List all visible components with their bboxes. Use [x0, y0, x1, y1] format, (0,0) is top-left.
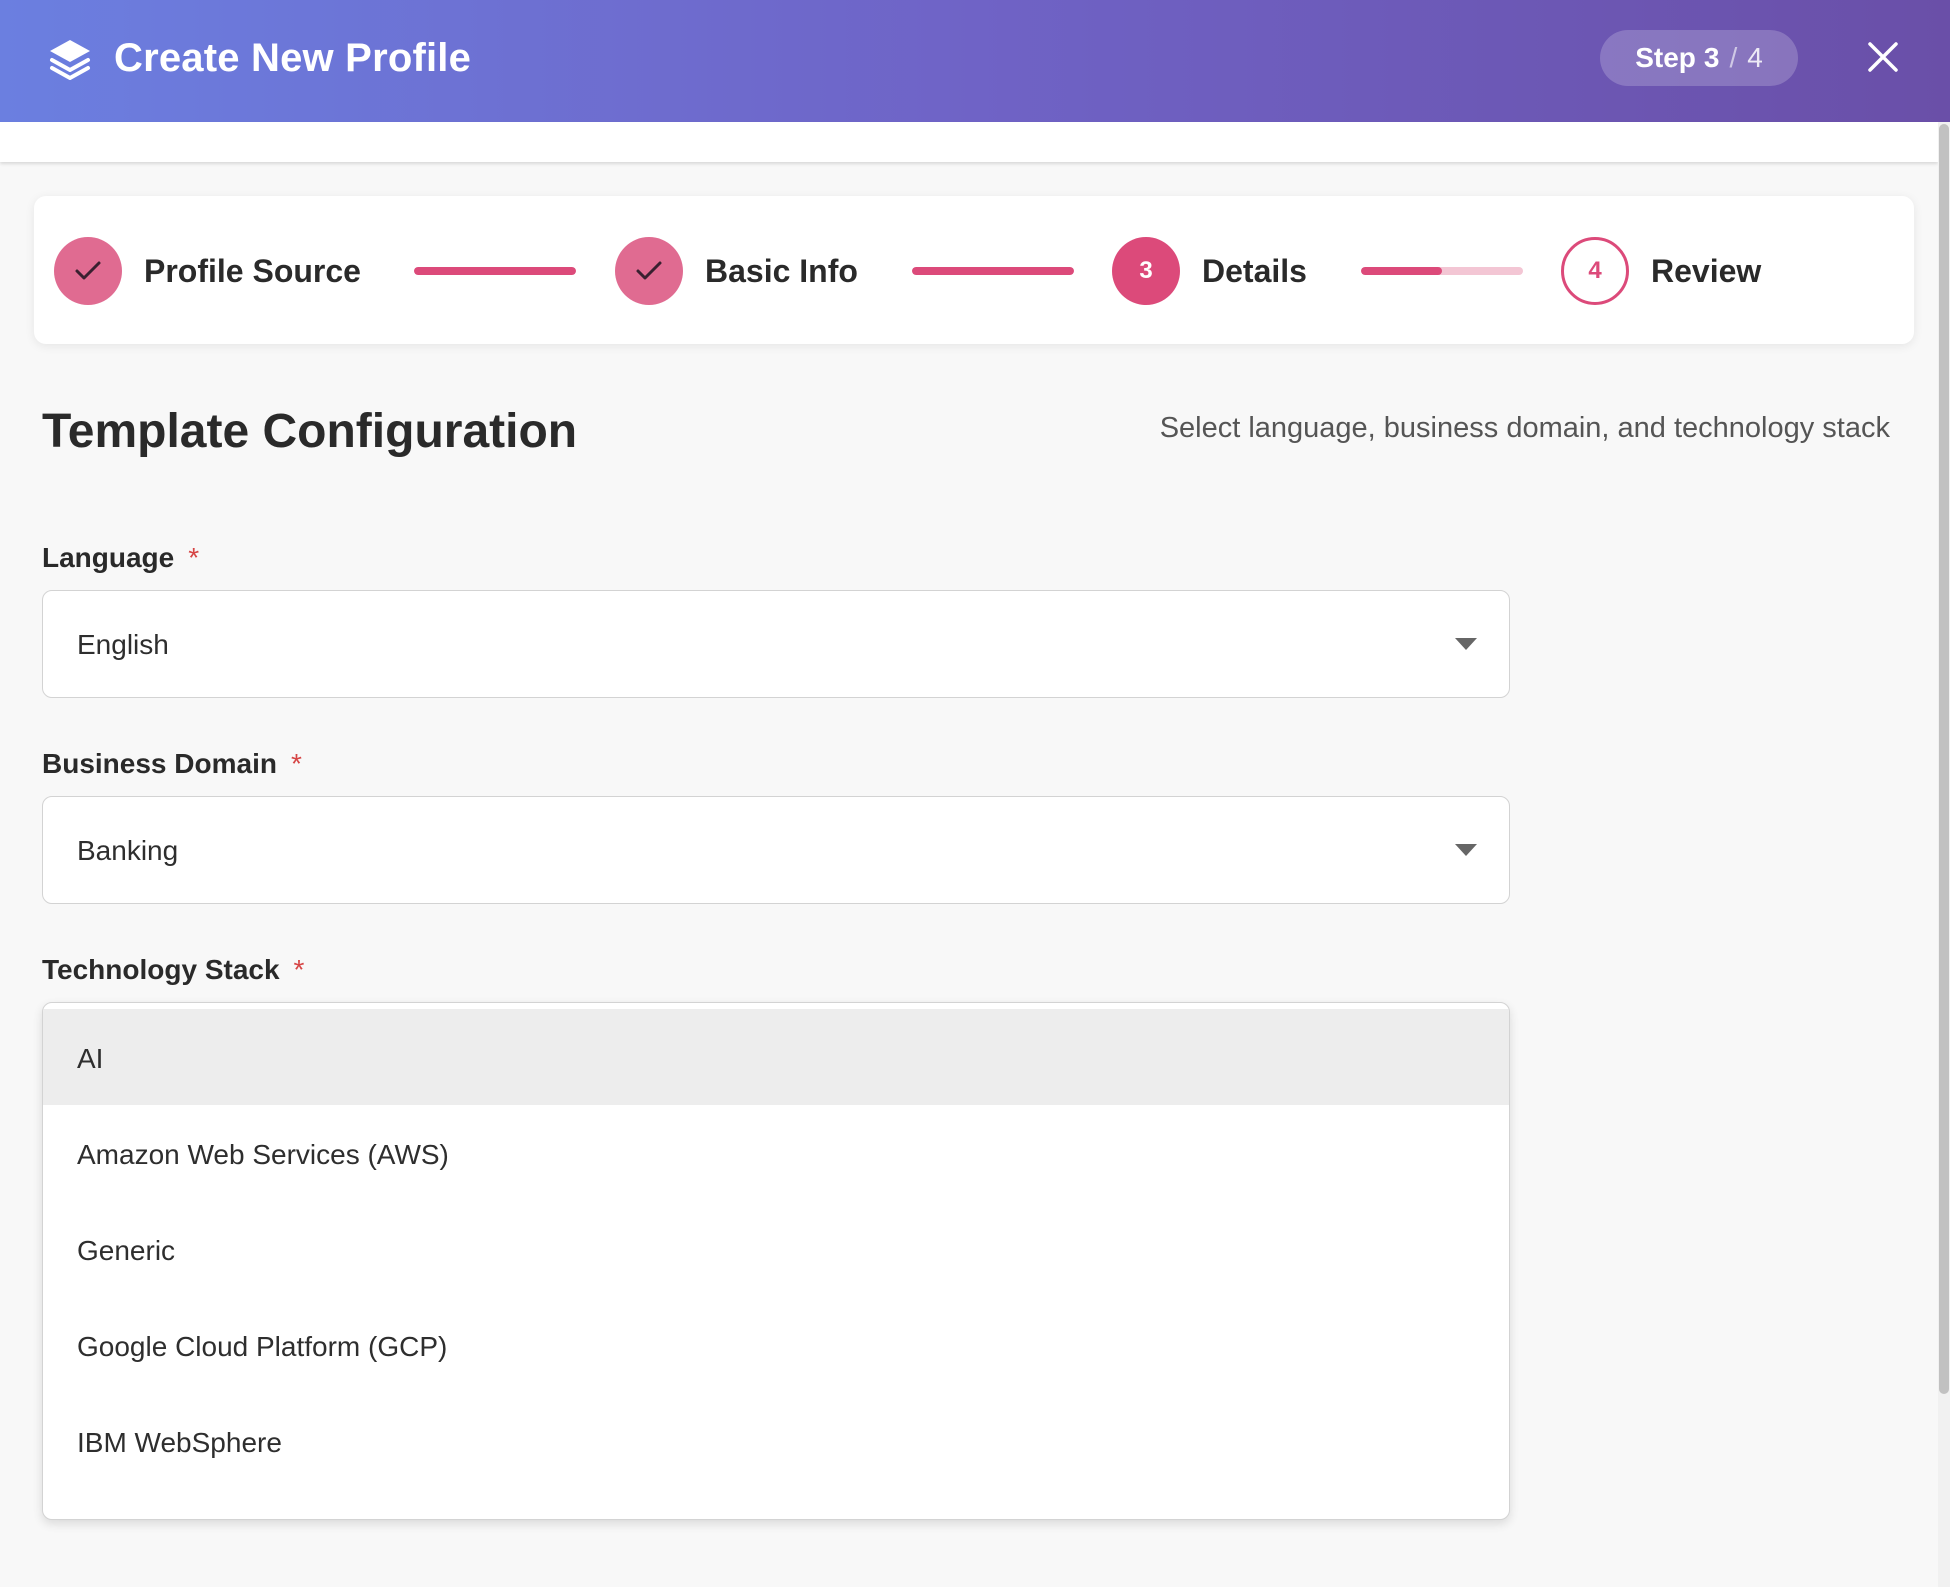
business-domain-label-text: Business Domain	[42, 748, 277, 779]
modal-header: Create New Profile Step 3 / 4	[0, 0, 1950, 122]
step-connector	[1361, 267, 1523, 275]
language-label: Language *	[42, 542, 199, 574]
dropdown-option[interactable]: Google Cloud Platform (GCP)	[43, 1297, 1509, 1393]
step-details[interactable]: 3 Details	[1112, 236, 1307, 306]
business-domain-select-value: Banking	[77, 835, 179, 866]
section-title: Template Configuration	[42, 405, 578, 458]
check-icon	[75, 261, 101, 280]
dropdown-option[interactable]: Amazon Web Services (AWS)	[43, 1105, 1509, 1201]
dropdown-option[interactable]: IBM WebSphere	[43, 1393, 1509, 1489]
step-marker	[615, 237, 683, 305]
required-mark: *	[293, 954, 305, 985]
technology-stack-dropdown-list[interactable]: AI Amazon Web Services (AWS) Generic Goo…	[42, 1002, 1510, 1520]
step-indicator-badge: Step 3 / 4	[1600, 30, 1798, 86]
step-label: Basic Info	[705, 252, 858, 289]
required-mark: *	[290, 748, 302, 779]
option-label: Generic	[77, 1235, 176, 1266]
caret-down-icon	[1455, 844, 1477, 856]
layers-icon	[50, 40, 90, 80]
header-shadow-bar	[0, 122, 1938, 162]
business-domain-select[interactable]: Banking	[42, 796, 1510, 904]
caret-down-icon	[1455, 638, 1477, 650]
scrollbar-thumb[interactable]	[1939, 124, 1949, 1394]
option-label: Google Cloud Platform (GCP)	[77, 1331, 448, 1362]
step-profile-source[interactable]: Profile Source	[54, 236, 361, 306]
step-marker	[54, 237, 122, 305]
dropdown-option[interactable]: AI	[43, 1009, 1509, 1105]
connector-fill	[414, 267, 576, 275]
step-marker: 4	[1561, 237, 1629, 305]
step-total: 4	[1747, 42, 1763, 73]
check-icon	[636, 261, 662, 280]
option-label: Amazon Web Services (AWS)	[77, 1139, 449, 1170]
step-label: Review	[1651, 252, 1762, 289]
option-label: AI	[77, 1043, 104, 1074]
step-current: 3	[1703, 42, 1720, 73]
step-label: Details	[1202, 252, 1307, 289]
step-connector	[912, 267, 1074, 275]
step-connector	[414, 267, 576, 275]
option-label: IBM WebSphere	[77, 1427, 282, 1458]
language-label-text: Language	[42, 542, 175, 573]
connector-fill	[912, 267, 1074, 275]
technology-stack-label: Technology Stack *	[42, 954, 304, 986]
step-review[interactable]: 4 Review	[1561, 236, 1761, 306]
connector-fill	[1361, 267, 1442, 275]
progress-stepper: Profile Source Basic Info 3 Details 4 Re…	[34, 196, 1914, 344]
step-word: Step	[1635, 42, 1696, 73]
section-subtitle: Select language, business domain, and te…	[1159, 412, 1890, 444]
close-icon[interactable]	[1866, 40, 1900, 74]
business-domain-label: Business Domain *	[42, 748, 302, 780]
page-title: Create New Profile	[114, 36, 472, 80]
required-mark: *	[188, 542, 200, 573]
dropdown-option[interactable]: Generic	[43, 1201, 1509, 1297]
technology-stack-label-text: Technology Stack	[42, 954, 280, 985]
step-marker: 3	[1112, 237, 1180, 305]
step-label: Profile Source	[144, 252, 361, 289]
language-select[interactable]: English	[42, 590, 1510, 698]
step-separator: /	[1729, 42, 1738, 73]
step-basic-info[interactable]: Basic Info	[615, 236, 858, 306]
language-select-value: English	[77, 629, 169, 660]
